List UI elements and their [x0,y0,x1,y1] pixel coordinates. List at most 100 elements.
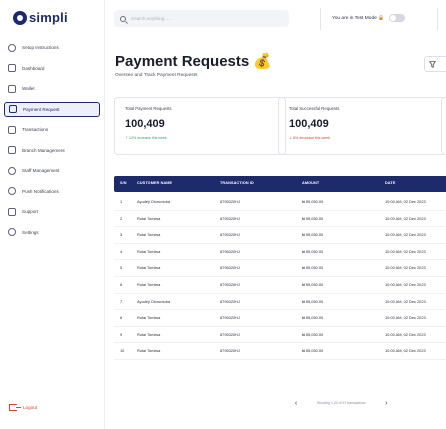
sidebar-item-transactions[interactable]: Transactions [4,122,100,137]
filter-button[interactable] [424,56,446,72]
cell-amount: ₦ 55,050.00 [302,248,324,254]
cell-customer-name: Rufai Tomiwa [137,248,161,254]
cell-customer-name: Rufai Tomiwa [137,331,161,337]
cell-customer-name: Rufai Tomiwa [137,232,161,238]
cell-transaction-id: 8795320HJ [220,298,240,304]
sidebar-item-wallet[interactable]: Wallet [4,81,100,96]
table-row[interactable]: 5 Rufai Tomiwa 8795320HJ ₦ 55,050.00 10:00 A… [114,260,446,277]
filter-icon [429,60,436,68]
cell-amount: ₦ 55,050.00 [302,282,324,287]
cell-amount: ₦ 55,050.00 [302,331,324,337]
sidebar-item-label: Branch Management [22,147,65,153]
stat-trend: ⇣ 8% decrease this week [289,136,439,140]
table-row[interactable]: 4 Rufai Tomiwa 8795320HJ ₦ 55,050.00 10:00 A… [114,244,446,261]
cell-date: 10:00 AM, 02 Dec 2023 [385,248,426,254]
cell-sn: 8 [120,315,123,321]
page-subtitle: Oversee and Track Payment Requests [115,73,198,78]
staff-icon [8,166,16,175]
bell-icon [8,187,16,195]
cell-transaction-id: 8795320HJ [220,215,240,221]
sidebar-item-staff-management[interactable]: Staff Management [4,163,100,178]
sidebar-item-settings[interactable]: Settings [4,225,100,240]
column-header-date: DATE [385,181,396,185]
table-row[interactable]: 8 Rufai Tomiwa 8795320HJ ₦ 55,050.00 10:00 A… [114,310,446,327]
cell-customer-name: Rufai Tomiwa [137,348,161,354]
column-header-amount: AMOUNT [302,181,320,185]
logout-label: Logout [23,405,38,410]
trend-down-icon: ⇣ [289,136,293,140]
cell-amount: ₦ 55,050.00 [302,298,324,304]
table-row[interactable]: 10 Rufai Tomiwa 8795320HJ ₦ 55,050.00 10:00 … [114,343,446,360]
pagination-text: Showing 1-20 of 57 transactions [317,401,366,405]
cell-sn: 5 [120,265,123,271]
logout-button[interactable]: Logout [9,404,37,411]
sidebar-item-label: Support [22,209,39,214]
table-row[interactable]: 7 Ayodeji Oloruntoba 8795320HJ ₦ 55,050.00 1… [114,294,446,311]
stat-label: Total Payment Requests [125,106,172,111]
stat-value: 100,409 [125,118,165,130]
brand-name: simpli [29,10,68,25]
cell-transaction-id: 8795320HJ [220,199,240,204]
search-icon [120,15,126,22]
table-row[interactable]: 6 Rufai Tomiwa 8795320HJ ₦ 55,050.00 10:00 A… [114,277,446,294]
prev-page-button[interactable]: ‹ [292,400,300,407]
cell-transaction-id: 8795320HJ [220,348,240,354]
sidebar-item-label: Settings [22,229,39,235]
sidebar-nav: Setup Instructions Dashboard Wallet Payment… [4,40,100,245]
stat-card-total-requests: Total Payment Requests 100,409 ⇡ 12% inc… [114,97,286,155]
sidebar-item-label: Dashboard [22,65,45,71]
wallet-icon [8,84,16,93]
cell-sn: 6 [120,282,123,287]
sidebar-item-label: Payment Request [23,106,60,112]
table-row[interactable]: 2 Rufai Tomiwa 8795320HJ ₦ 55,050.00 10:00 A… [114,211,446,228]
cell-sn: 10 [120,348,125,354]
cell-amount: ₦ 55,050.00 [302,232,324,238]
cell-customer-name: Ayodeji Oloruntoba [137,199,171,204]
logout-icon [9,404,21,411]
pagination: ‹ Showing 1-20 of 57 transactions › [292,398,412,408]
table-row[interactable]: 9 Rufai Tomiwa 8795320HJ ₦ 55,050.00 10:00 A… [114,327,446,344]
support-icon [8,207,16,216]
cell-sn: 1 [120,199,123,204]
cell-date: 10:00 AM, 02 Dec 2023 [385,331,426,337]
search-bar[interactable] [114,10,289,27]
column-header-customer: CUSTOMER NAME [137,181,173,185]
sidebar-item-push-notifications[interactable]: Push Notifications [4,184,100,199]
sidebar-item-setup-instructions[interactable]: Setup Instructions [4,40,100,55]
search-input[interactable] [131,16,281,21]
stat-card-successful-requests: Total Successful Requests 100,409 ⇣ 8% d… [278,97,446,155]
cell-transaction-id: 8795320HJ [220,331,240,337]
sidebar-item-label: Transactions [22,127,49,132]
test-mode-toggle[interactable] [389,14,406,22]
cell-transaction-id: 8795320HJ [220,282,240,287]
cell-date: 10:00 AM, 02 Dec 2023 [385,298,426,304]
cell-date: 10:00 AM, 02 Dec 2023 [385,282,426,287]
cell-amount: ₦ 55,050.00 [302,348,324,354]
table-row[interactable]: 1 Ayodeji Oloruntoba 8795320HJ ₦ 55,050.00 1… [114,194,446,211]
sidebar: simpli Setup Instructions Dashboard Wallet… [0,0,105,429]
cell-transaction-id: 8795320HJ [220,232,240,238]
table-row[interactable]: 3 Rufai Tomiwa 8795320HJ ₦ 55,050.00 10:00 A… [114,227,446,244]
cell-sn: 2 [120,215,123,221]
transactions-icon [8,125,16,134]
test-mode-label: You are in Test Mode 🔒 [332,15,385,21]
stat-value: 100,409 [289,118,329,130]
settings-circle-icon [8,43,16,52]
branch-icon [8,146,16,154]
cell-amount: ₦ 55,050.00 [302,265,324,271]
stat-trend-text: 8% decrease this week [293,136,330,140]
cell-transaction-id: 8795320HJ [220,265,240,271]
sidebar-item-label: Push Notifications [22,188,59,194]
brand-logo[interactable]: simpli [13,10,68,25]
sidebar-item-payment-request[interactable]: Payment Request [4,101,100,117]
sidebar-item-dashboard[interactable]: Dashboard [4,61,100,76]
cell-sn: 4 [120,248,123,254]
cell-customer-name: Ayodeji Oloruntoba [137,298,171,304]
next-page-button[interactable]: › [382,400,390,407]
cell-date: 10:00 AM, 02 Dec 2023 [385,232,426,238]
sidebar-item-label: Wallet [22,86,35,91]
stat-trend: ⇡ 12% increase this week [125,136,275,140]
sidebar-item-support[interactable]: Support [4,204,100,219]
cell-date: 10:00 AM, 02 Dec 2023 [385,348,426,354]
sidebar-item-branch-management[interactable]: Branch Management [4,143,100,158]
